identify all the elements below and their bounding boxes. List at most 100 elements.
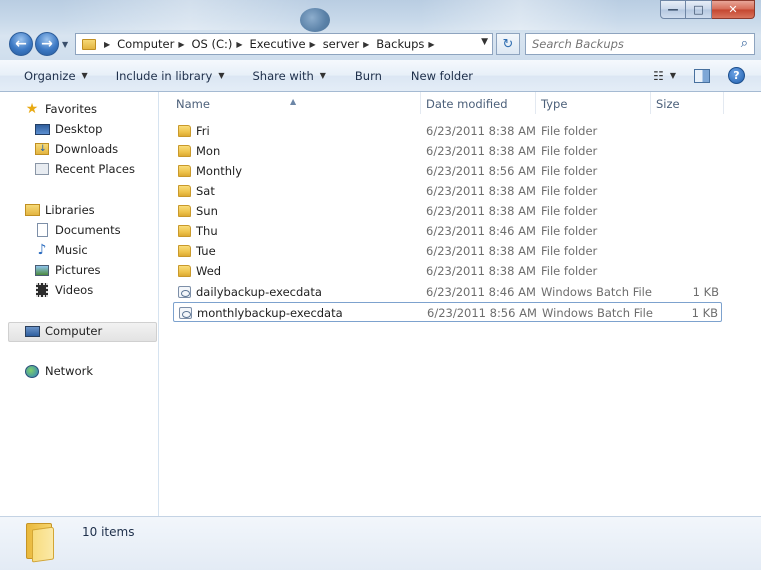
column-header-size[interactable]: Size: [656, 97, 680, 111]
file-type: File folder: [541, 204, 598, 218]
file-type: File folder: [541, 124, 598, 138]
file-type: File folder: [541, 224, 598, 238]
preview-pane-icon[interactable]: [694, 68, 710, 83]
breadcrumb-backups[interactable]: Backups ▶: [376, 37, 441, 51]
column-header-type[interactable]: Type: [541, 97, 567, 111]
batch-file-icon: [179, 307, 192, 319]
sidebar-item-videos[interactable]: Videos: [34, 283, 93, 297]
file-type: File folder: [541, 164, 598, 178]
share-with-label: Share with: [252, 68, 314, 83]
folder-icon: [178, 125, 191, 137]
videos-icon: [34, 283, 50, 297]
change-view-button[interactable]: ☷ ▼: [653, 69, 676, 83]
file-type: File folder: [541, 184, 598, 198]
column-divider[interactable]: [535, 92, 536, 114]
folder-icon: [178, 185, 191, 197]
include-in-library-button[interactable]: Include in library ▼: [116, 69, 225, 83]
table-row[interactable]: dailybackup-execdata 6/23/2011 8:46 AM W…: [173, 282, 722, 302]
file-size: 1 KB: [691, 306, 718, 320]
folder-icon: [178, 205, 191, 217]
back-arrow-icon: ←: [15, 36, 27, 52]
file-type: File folder: [541, 244, 598, 258]
folder-icon: [178, 245, 191, 257]
burn-button[interactable]: Burn: [355, 69, 382, 83]
table-row[interactable]: Fri 6/23/2011 8:38 AM File folder: [173, 121, 722, 141]
search-input[interactable]: [532, 37, 722, 51]
table-row[interactable]: Monthly 6/23/2011 8:56 AM File folder: [173, 161, 722, 181]
table-row[interactable]: Tue 6/23/2011 8:38 AM File folder: [173, 241, 722, 261]
breadcrumb-label: server: [322, 37, 360, 51]
table-row[interactable]: Sat 6/23/2011 8:38 AM File folder: [173, 181, 722, 201]
sidebar-item-pictures[interactable]: Pictures: [34, 263, 101, 277]
folder-icon: [178, 145, 191, 157]
table-row[interactable]: Thu 6/23/2011 8:46 AM File folder: [173, 221, 722, 241]
forward-arrow-icon: →: [41, 36, 53, 52]
libraries-icon: [24, 203, 40, 217]
sidebar-item-favorites[interactable]: ★ Favorites: [24, 101, 97, 117]
sidebar-item-label: Favorites: [45, 102, 97, 116]
chevron-down-icon: ▼: [81, 71, 88, 80]
forward-button[interactable]: →: [35, 32, 59, 56]
column-divider[interactable]: [650, 92, 651, 114]
navigation-pane: ★ Favorites Desktop ↓ Downloads Recent P…: [0, 92, 159, 516]
file-type: Windows Batch File: [542, 306, 653, 320]
breadcrumb-os-c[interactable]: OS (C:) ▶: [191, 37, 249, 51]
address-dropdown-icon[interactable]: ▼: [481, 37, 488, 47]
recent-pages-dropdown[interactable]: ▼: [62, 40, 68, 49]
table-row[interactable]: Mon 6/23/2011 8:38 AM File folder: [173, 141, 722, 161]
column-headers: ▲ Name Date modified Type Size: [160, 92, 761, 114]
sidebar-item-recent-places[interactable]: Recent Places: [34, 162, 135, 176]
address-bar[interactable]: ▶ Computer ▶ OS (C:) ▶ Executive ▶ server ▶ …: [75, 33, 493, 55]
back-button[interactable]: ←: [9, 32, 33, 56]
breadcrumb-computer[interactable]: Computer ▶: [117, 37, 191, 51]
file-date: 6/23/2011 8:38 AM: [426, 244, 536, 258]
search-icon[interactable]: ⌕: [741, 36, 748, 51]
new-folder-button[interactable]: New folder: [411, 69, 473, 83]
desktop-icon: [34, 122, 50, 136]
column-header-date-modified[interactable]: Date modified: [426, 97, 508, 111]
sidebar-item-downloads[interactable]: ↓ Downloads: [34, 142, 118, 156]
maximize-button[interactable]: □: [686, 0, 712, 19]
table-row[interactable]: Sun 6/23/2011 8:38 AM File folder: [173, 201, 722, 221]
file-date: 6/23/2011 8:56 AM: [426, 164, 536, 178]
table-row-selected[interactable]: monthlybackup-execdata 6/23/2011 8:56 AM…: [173, 302, 722, 322]
breadcrumb-label: Computer: [117, 37, 175, 51]
navigation-buttons: ← → ▼: [9, 32, 68, 56]
close-button[interactable]: ✕: [712, 0, 755, 19]
help-icon[interactable]: ?: [728, 67, 745, 84]
column-header-name[interactable]: Name: [176, 97, 210, 111]
column-divider[interactable]: [723, 92, 724, 114]
table-row[interactable]: Wed 6/23/2011 8:38 AM File folder: [173, 261, 722, 281]
sidebar-item-network[interactable]: Network: [24, 364, 93, 378]
file-name: Fri: [196, 124, 210, 138]
batch-file-icon: [178, 286, 191, 298]
breadcrumb-executive[interactable]: Executive ▶: [250, 37, 323, 51]
file-name: Monthly: [196, 164, 243, 178]
column-divider[interactable]: [420, 92, 421, 114]
glass-highlight: [60, 0, 320, 30]
breadcrumb-root-arrow[interactable]: ▶: [100, 40, 117, 49]
file-name: Sun: [196, 204, 218, 218]
sidebar-item-music[interactable]: ♪ Music: [34, 242, 88, 258]
file-date: 6/23/2011 8:38 AM: [426, 264, 536, 278]
minimize-button[interactable]: —: [660, 0, 686, 19]
folder-icon: [178, 265, 191, 277]
breadcrumb-server[interactable]: server ▶: [323, 37, 377, 51]
search-box[interactable]: ⌕: [525, 33, 755, 55]
refresh-button[interactable]: ↻: [496, 33, 520, 55]
file-name: Wed: [196, 264, 222, 278]
documents-icon: [34, 223, 50, 237]
file-type: Windows Batch File: [541, 285, 652, 299]
file-date: 6/23/2011 8:46 AM: [426, 224, 536, 238]
sidebar-item-label: Pictures: [55, 263, 101, 277]
sidebar-item-documents[interactable]: Documents: [34, 223, 121, 237]
sidebar-item-libraries[interactable]: Libraries: [24, 203, 95, 217]
organize-label: Organize: [24, 68, 76, 83]
breadcrumb-label: OS (C:): [191, 37, 233, 51]
sidebar-item-computer[interactable]: Computer: [24, 324, 102, 338]
sidebar-item-label: Documents: [55, 223, 121, 237]
folder-icon: [82, 38, 96, 50]
share-with-button[interactable]: Share with ▼: [253, 69, 326, 83]
organize-button[interactable]: Organize ▼: [24, 69, 88, 83]
sidebar-item-desktop[interactable]: Desktop: [34, 122, 102, 136]
